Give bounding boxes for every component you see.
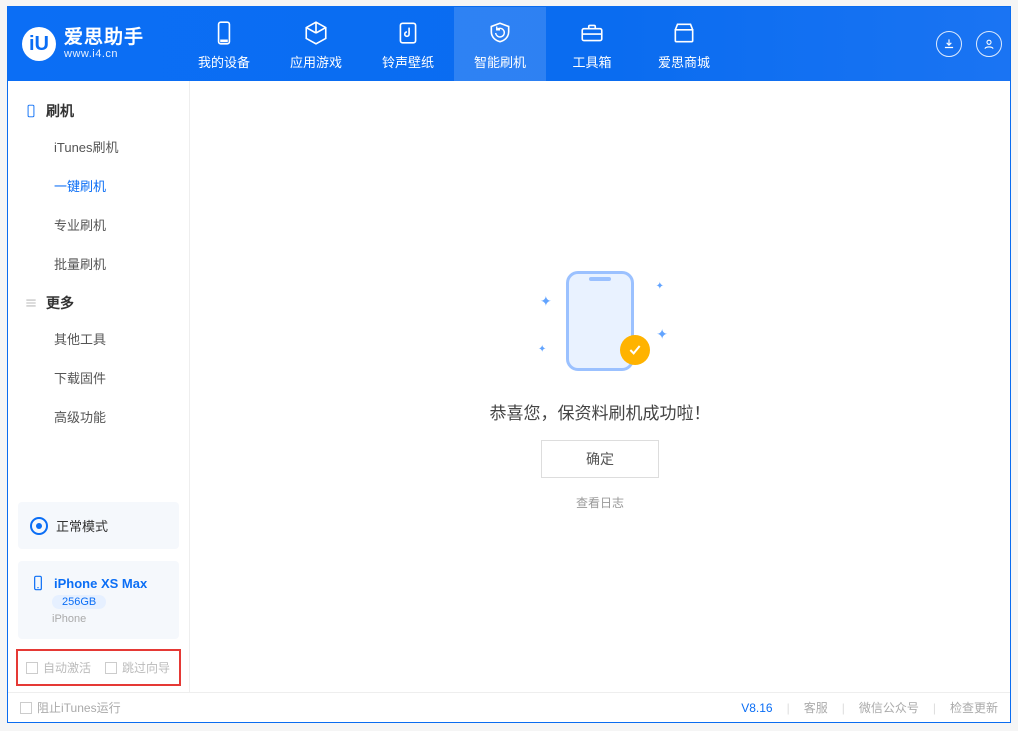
spark-icon: ✦	[538, 344, 546, 355]
spark-icon: ✦	[656, 281, 664, 292]
sidebar-item-batch-flash[interactable]: 批量刷机	[8, 244, 189, 283]
sidebar-item-pro-flash[interactable]: 专业刷机	[8, 205, 189, 244]
checkbox-icon	[20, 702, 32, 714]
nav-ringtone-wallpaper[interactable]: 铃声壁纸	[362, 7, 454, 81]
view-log-link[interactable]: 查看日志	[576, 494, 624, 511]
device-icon	[209, 18, 239, 48]
device-mode[interactable]: 正常模式	[28, 512, 169, 539]
sidebar-item-advanced[interactable]: 高级功能	[8, 397, 189, 436]
shop-icon	[669, 18, 699, 48]
nav-my-device[interactable]: 我的设备	[178, 7, 270, 81]
nav-label: 我的设备	[198, 52, 250, 71]
check-badge-icon	[620, 335, 650, 365]
highlighted-options: 自动激活 跳过向导	[16, 649, 181, 686]
nav: 我的设备 应用游戏 铃声壁纸 智能刷机	[178, 7, 730, 81]
music-note-icon	[393, 18, 423, 48]
nav-toolbox[interactable]: 工具箱	[546, 7, 638, 81]
main-content: ✦ ✦ ✦ ✦ 恭喜您，保资料刷机成功啦！ 确定 查看日志	[190, 81, 1010, 692]
customer-service-link[interactable]: 客服	[804, 699, 828, 716]
sidebar-section-more: 更多	[8, 283, 189, 319]
sidebar-item-itunes-flash[interactable]: iTunes刷机	[8, 127, 189, 166]
device-type: iPhone	[52, 613, 167, 625]
app-window: ⬡ ◫ ≡ — ☐ ✕ iU 爱思助手 www.i4.cn 我的设备	[7, 6, 1011, 723]
checkbox-skip-guide[interactable]: 跳过向导	[105, 659, 170, 676]
brand: iU 爱思助手 www.i4.cn	[8, 7, 178, 81]
nav-apps-games[interactable]: 应用游戏	[270, 7, 362, 81]
nav-label: 爱思商城	[658, 52, 710, 71]
sidebar-item-download-firmware[interactable]: 下载固件	[8, 358, 189, 397]
device-storage-badge: 256GB	[52, 595, 106, 609]
device-mode-block: 正常模式	[18, 502, 179, 549]
nav-label: 铃声壁纸	[382, 52, 434, 71]
success-message: 恭喜您，保资料刷机成功啦！	[490, 399, 711, 424]
header: iU 爱思助手 www.i4.cn 我的设备 应用游戏	[8, 7, 1010, 81]
sidebar-item-oneclick-flash[interactable]: 一键刷机	[8, 166, 189, 205]
checkbox-icon	[26, 662, 38, 674]
ok-button[interactable]: 确定	[541, 440, 659, 478]
download-button[interactable]	[936, 31, 962, 57]
body: 刷机 iTunes刷机 一键刷机 专业刷机 批量刷机 更多 其他工具 下载固件 …	[8, 81, 1010, 692]
mode-dot-icon	[30, 517, 48, 535]
device-info-block[interactable]: iPhone XS Max 256GB iPhone	[18, 561, 179, 639]
phone-icon	[30, 575, 46, 591]
spark-icon: ✦	[656, 326, 668, 343]
checkbox-label: 阻止iTunes运行	[37, 699, 121, 716]
version-label: V8.16	[741, 701, 772, 715]
brand-subtitle: www.i4.cn	[64, 48, 144, 60]
nav-smart-flash[interactable]: 智能刷机	[454, 7, 546, 81]
device-name: iPhone XS Max	[54, 576, 147, 591]
sidebar-section-flash: 刷机	[8, 91, 189, 127]
checkbox-icon	[105, 662, 117, 674]
account-button[interactable]	[976, 31, 1002, 57]
success-illustration: ✦ ✦ ✦ ✦	[530, 263, 670, 383]
mode-label: 正常模式	[56, 516, 108, 535]
nav-label: 应用游戏	[290, 52, 342, 71]
refresh-shield-icon	[485, 18, 515, 48]
header-right	[936, 7, 1002, 81]
nav-store[interactable]: 爱思商城	[638, 7, 730, 81]
phone-icon	[24, 104, 38, 118]
sidebar: 刷机 iTunes刷机 一键刷机 专业刷机 批量刷机 更多 其他工具 下载固件 …	[8, 81, 190, 692]
checkbox-auto-activate[interactable]: 自动激活	[26, 659, 91, 676]
checkbox-block-itunes[interactable]: 阻止iTunes运行	[20, 699, 121, 716]
sidebar-item-other-tools[interactable]: 其他工具	[8, 319, 189, 358]
section-label: 刷机	[46, 101, 74, 121]
footer: 阻止iTunes运行 V8.16 | 客服 | 微信公众号 | 检查更新	[8, 692, 1010, 722]
wechat-link[interactable]: 微信公众号	[859, 699, 919, 716]
brand-logo-icon: iU	[22, 27, 56, 61]
toolbox-icon	[577, 18, 607, 48]
nav-label: 智能刷机	[474, 52, 526, 71]
nav-label: 工具箱	[572, 52, 611, 71]
checkbox-label: 自动激活	[43, 659, 91, 676]
list-icon	[24, 296, 38, 310]
section-label: 更多	[46, 293, 74, 313]
checkbox-label: 跳过向导	[122, 659, 170, 676]
brand-title: 爱思助手	[64, 28, 144, 49]
cube-icon	[301, 18, 331, 48]
check-update-link[interactable]: 检查更新	[950, 699, 998, 716]
spark-icon: ✦	[540, 293, 552, 310]
